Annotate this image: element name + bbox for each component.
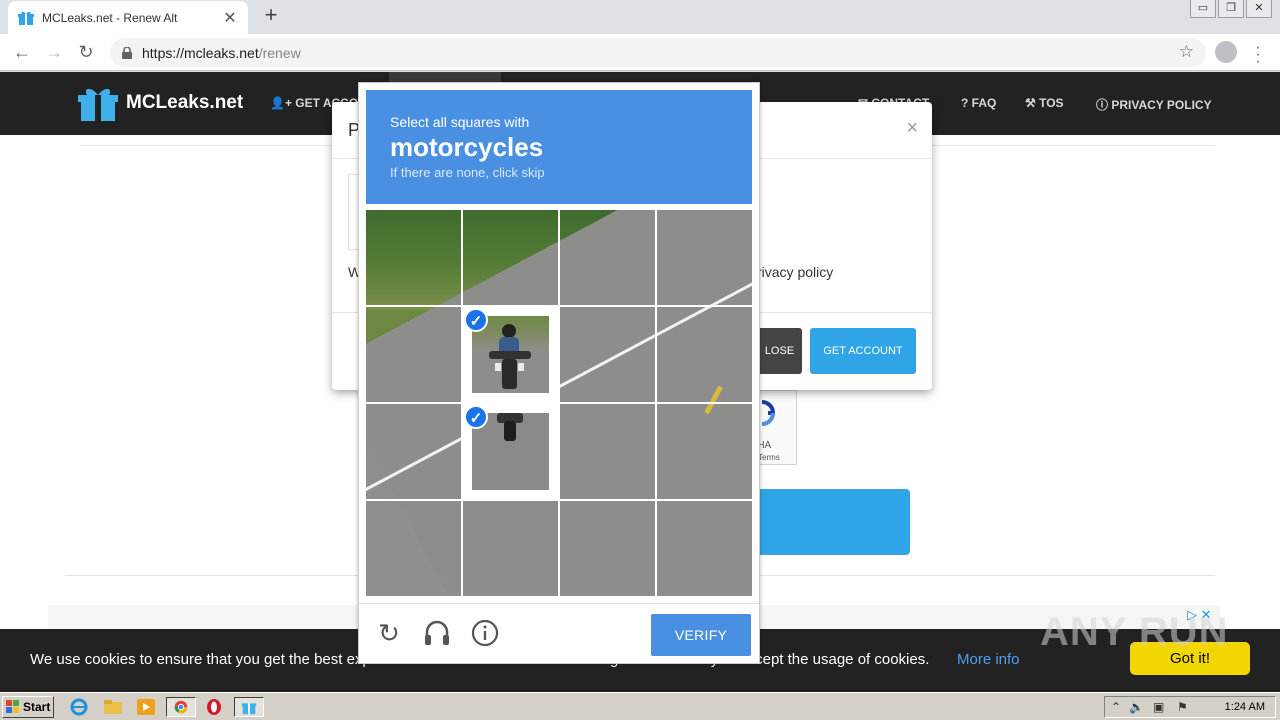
user-plus-icon: 👤+ <box>270 96 296 110</box>
modal-close-icon[interactable]: × <box>906 117 918 140</box>
nav-privacy-label: PRIVACY POLICY <box>1111 98 1212 112</box>
windows-flag-icon <box>6 700 19 713</box>
network-icon[interactable]: ▣ <box>1153 700 1164 714</box>
challenge-footer: ↻ VERIFY <box>359 603 759 664</box>
window-close-button[interactable]: ✕ <box>1246 0 1272 18</box>
brand-name: MCLeaks.net <box>126 92 244 113</box>
taskbar-clock[interactable]: 1:24 AM <box>1225 701 1265 713</box>
grid-divider <box>366 402 752 404</box>
tab-title: MCLeaks.net - Renew Alt <box>42 10 178 25</box>
bookmark-star-icon[interactable]: ☆ <box>1179 42 1194 62</box>
grid-divider <box>366 305 752 307</box>
modal-close-button[interactable]: LOSE <box>757 328 802 374</box>
motorcycle-wheel-icon <box>497 413 523 441</box>
chrome-taskbar-icon[interactable] <box>166 697 196 717</box>
media-player-icon[interactable] <box>135 697 157 717</box>
new-tab-button[interactable]: + <box>259 4 283 28</box>
gift-favicon-icon <box>18 11 34 25</box>
challenge-instruction: Select all squares with <box>390 114 530 130</box>
gift-app-icon[interactable] <box>234 697 264 717</box>
challenge-image-grid: ✓ ✓ <box>366 210 752 596</box>
info-icon[interactable] <box>470 618 500 648</box>
system-tray: ⌃ 🔈 ▣ ⚑ 1:24 AM <box>1104 696 1276 718</box>
action-center-flag-icon[interactable]: ⚑ <box>1177 700 1188 714</box>
primary-page-button[interactable] <box>745 489 910 555</box>
window-controls: ▭ ❐ ✕ <box>1188 0 1272 18</box>
browser-tabstrip: MCLeaks.net - Renew Alt ✕ + ▭ ❐ ✕ <box>0 0 1280 34</box>
url-path: /renew <box>258 44 301 61</box>
start-button[interactable]: Start <box>2 696 54 718</box>
motorcycle-rider-icon <box>489 324 531 389</box>
internet-explorer-icon[interactable] <box>68 697 90 717</box>
cookie-more-info-link[interactable]: More info <box>957 651 1020 668</box>
windows-taskbar: Start ⌃ 🔈 ▣ ⚑ 1:24 AM <box>0 692 1280 720</box>
recaptcha-terms-link[interactable]: Terms <box>758 453 780 462</box>
volume-icon[interactable]: 🔈 <box>1129 700 1144 714</box>
tab-close-icon[interactable]: ✕ <box>222 8 238 28</box>
anyrun-watermark: ANY RUN <box>1040 610 1229 654</box>
tile-checkmark-icon: ✓ <box>464 308 488 332</box>
url-host: https://mcleaks.net <box>142 44 259 61</box>
opera-icon[interactable] <box>203 697 225 717</box>
nav-tos[interactable]: ⚒ TOS <box>1025 96 1064 110</box>
audio-challenge-headphones-icon[interactable] <box>422 618 452 648</box>
browser-toolbar: ← → ↻ https://mcleaks.net/renew ☆ · · · <box>0 34 1280 71</box>
site-brand[interactable]: MCLeaks.net <box>78 84 243 122</box>
start-label: Start <box>23 700 51 714</box>
maximize-button[interactable]: ❐ <box>1218 0 1244 18</box>
forward-arrow-icon[interactable]: → <box>41 39 67 65</box>
reload-icon[interactable]: ↻ <box>73 39 99 65</box>
back-arrow-icon[interactable]: ← <box>9 39 35 65</box>
grid-divider <box>366 499 752 501</box>
minimize-button[interactable]: ▭ <box>1190 0 1216 18</box>
challenge-target: motorcycles <box>390 132 544 162</box>
file-explorer-icon[interactable] <box>102 697 124 717</box>
url-text: https://mcleaks.net/renew <box>142 45 301 61</box>
nav-privacy[interactable]: ⓘ PRIVACY POLICY <box>1096 96 1212 113</box>
reload-challenge-icon[interactable]: ↻ <box>374 618 404 648</box>
tile-checkmark-icon: ✓ <box>464 405 488 429</box>
privacy-policy-text: rivacy policy <box>757 264 834 280</box>
browser-tab[interactable]: MCLeaks.net - Renew Alt ✕ <box>8 1 248 34</box>
kebab-menu-icon[interactable]: · · · <box>1252 40 1264 70</box>
tray-expand-icon[interactable]: ⌃ <box>1111 700 1121 714</box>
verify-button[interactable]: VERIFY <box>651 614 751 656</box>
address-bar[interactable]: https://mcleaks.net/renew ☆ <box>110 38 1206 67</box>
gift-logo-icon <box>78 88 118 121</box>
nav-faq[interactable]: ? FAQ <box>961 96 996 110</box>
profile-avatar-icon[interactable] <box>1215 41 1237 63</box>
lock-icon <box>122 46 132 59</box>
nav-tos-label: TOS <box>1039 96 1064 110</box>
get-account-button[interactable]: GET ACCOUNT <box>810 328 916 374</box>
info-circle-icon: ⓘ <box>1096 98 1112 112</box>
challenge-hint: If there are none, click skip <box>390 165 545 180</box>
gavel-icon: ⚒ <box>1025 96 1040 110</box>
recaptcha-challenge: Select all squares with motorcycles If t… <box>358 82 760 664</box>
challenge-header: Select all squares with motorcycles If t… <box>366 90 752 204</box>
